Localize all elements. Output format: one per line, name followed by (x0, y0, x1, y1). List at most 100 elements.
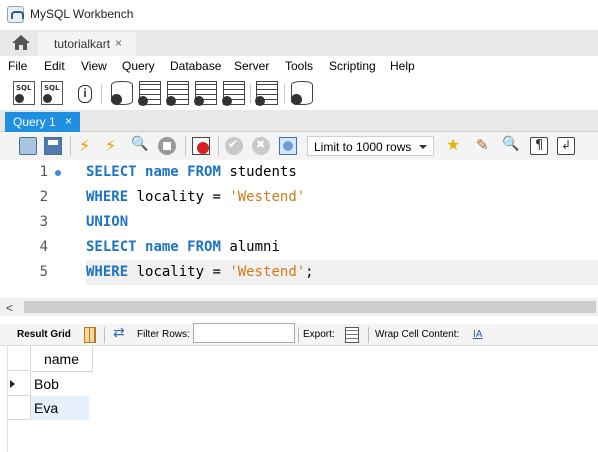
statement-marker-icon (55, 170, 61, 176)
menu-server[interactable]: Server (234, 59, 269, 73)
code-line-2: WHERE locality = 'Westend' (86, 189, 305, 205)
limit-rows-value: Limit to 1000 rows (314, 140, 412, 154)
sql-text: ; (305, 264, 314, 280)
toggle-error-stop-icon[interactable] (192, 137, 210, 155)
sql-text: alumni (220, 239, 280, 255)
sql-text: locality = (128, 264, 230, 280)
save-icon[interactable] (44, 137, 62, 155)
result-grid-icon[interactable] (84, 327, 96, 343)
table-cell[interactable]: Bob (31, 372, 89, 396)
line-number: 4 (39, 239, 48, 255)
sql-text: locality = (128, 189, 230, 205)
window-title: MySQL Workbench (30, 7, 134, 21)
close-icon[interactable]: × (115, 36, 122, 50)
chevron-down-icon (419, 145, 427, 149)
wrap-cell-content-label: Wrap Cell Content: (375, 329, 460, 340)
sql-keyword: WHERE (86, 264, 129, 280)
sql-string-literal: 'Westend' (229, 189, 306, 205)
sql-editor-toolbar (0, 132, 598, 160)
filter-rows-input[interactable] (193, 323, 295, 343)
query-tab-strip: Query 1 × (0, 110, 598, 132)
new-sql-tab-icon[interactable] (13, 81, 35, 105)
scrollbar-thumb[interactable] (24, 301, 596, 313)
menu-database[interactable]: Database (170, 59, 221, 73)
title-bar: MySQL Workbench (0, 0, 598, 30)
editor-result-splitter[interactable] (0, 316, 598, 324)
sql-keyword: name (145, 164, 179, 180)
execute-all-icon[interactable] (78, 136, 96, 155)
menu-help[interactable]: Help (390, 59, 415, 73)
export-label: Export: (303, 329, 335, 340)
word-wrap-icon[interactable] (557, 137, 575, 155)
create-table-icon[interactable] (138, 81, 161, 106)
close-icon[interactable]: × (65, 114, 72, 128)
wrap-cell-content-icon[interactable]: IA (473, 329, 482, 340)
auto-commit-toggle-icon[interactable] (279, 137, 297, 155)
invisible-characters-icon[interactable] (530, 137, 548, 155)
search-table-data-icon[interactable] (255, 81, 278, 106)
beautify-brush-icon[interactable] (475, 136, 493, 155)
current-row-arrow-icon (10, 380, 15, 388)
create-function-icon[interactable] (222, 81, 245, 106)
commit-icon[interactable] (225, 137, 243, 155)
main-toolbar (0, 76, 598, 110)
open-sql-script-icon[interactable] (41, 81, 63, 105)
create-schema-icon[interactable] (111, 81, 133, 105)
add-snippet-star-icon[interactable] (445, 135, 463, 155)
find-icon[interactable] (502, 136, 520, 155)
menu-bar: File Edit View Query Database Server Too… (0, 56, 598, 76)
line-number: 3 (39, 214, 48, 230)
sql-keyword: SELECT (86, 164, 137, 180)
code-line-5: WHERE locality = 'Westend'; (86, 264, 314, 280)
menu-tools[interactable]: Tools (285, 59, 313, 73)
editor-horizontal-scrollbar[interactable]: < (0, 298, 598, 316)
create-view-icon[interactable] (166, 81, 189, 106)
row-header[interactable] (7, 396, 31, 420)
sql-editor[interactable]: 1 2 3 4 5 SELECT name FROM students WHER… (0, 160, 598, 298)
stop-icon[interactable] (158, 137, 176, 155)
export-icon[interactable] (345, 327, 359, 343)
menu-view[interactable]: View (81, 59, 107, 73)
execute-current-icon[interactable] (104, 136, 122, 155)
create-procedure-icon[interactable] (194, 81, 217, 106)
sql-keyword: WHERE (86, 189, 129, 205)
sql-string-literal: 'Westend' (229, 264, 306, 280)
result-toolbar: Result Grid Filter Rows: Export: Wrap Ce… (0, 324, 598, 346)
code-line-4: SELECT name FROM alumni (86, 239, 280, 255)
sql-keyword: FROM (187, 164, 221, 180)
refresh-icon[interactable] (113, 325, 129, 343)
code-line-3: UNION (86, 214, 128, 230)
connection-tab-strip: tutorialkart × (0, 30, 598, 56)
explain-icon[interactable] (131, 136, 149, 155)
sql-keyword: name (145, 239, 179, 255)
scroll-left-arrow-icon[interactable]: < (6, 301, 13, 315)
tab-query-1[interactable]: Query 1 × (5, 112, 80, 132)
sql-keyword: UNION (86, 214, 129, 230)
line-number: 2 (39, 189, 48, 205)
sql-keyword: FROM (187, 239, 221, 255)
table-cell[interactable]: Eva (31, 396, 89, 420)
rollback-icon[interactable] (252, 137, 270, 155)
home-icon[interactable] (12, 35, 30, 51)
inspector-info-icon[interactable] (73, 81, 95, 105)
query-tab-label: Query 1 (13, 115, 56, 129)
result-grid-label[interactable]: Result Grid (17, 329, 71, 340)
menu-scripting[interactable]: Scripting (329, 59, 376, 73)
mysql-workbench-app-icon (7, 6, 24, 23)
row-header-corner (7, 346, 31, 371)
sql-keyword: SELECT (86, 239, 137, 255)
column-header-name[interactable]: name (31, 346, 93, 372)
code-line-1: SELECT name FROM students (86, 164, 297, 180)
menu-query[interactable]: Query (122, 59, 155, 73)
result-grid: name Bob Eva (0, 346, 598, 452)
line-number: 5 (39, 264, 48, 280)
connection-tab-tutorialkart[interactable]: tutorialkart × (38, 32, 136, 56)
menu-edit[interactable]: Edit (44, 59, 65, 73)
limit-rows-select[interactable]: Limit to 1000 rows (307, 136, 434, 156)
menu-file[interactable]: File (8, 59, 27, 73)
open-file-icon[interactable] (19, 137, 37, 155)
reconnect-icon[interactable] (291, 81, 313, 105)
